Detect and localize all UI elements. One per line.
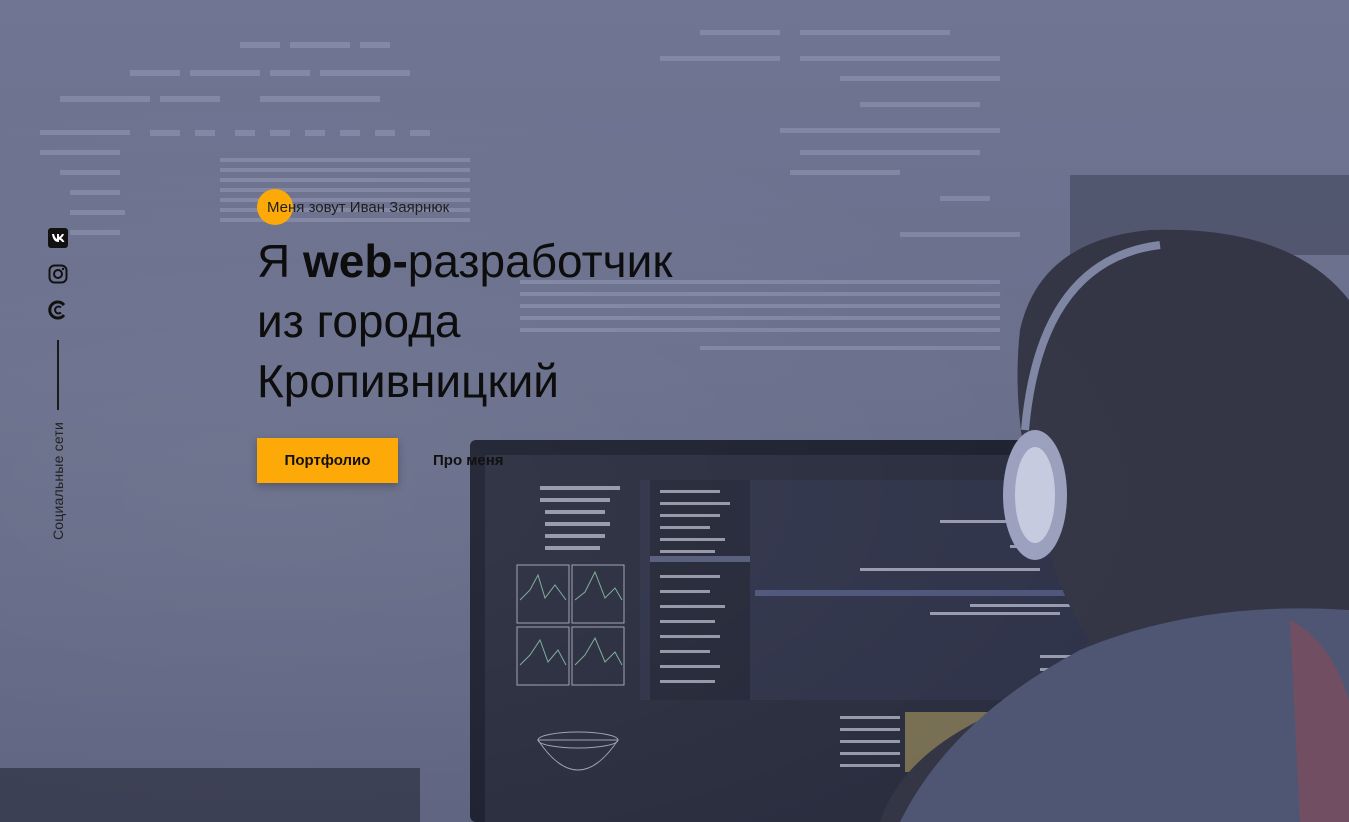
headline-line-2: из города [257,295,461,347]
portfolio-button[interactable]: Портфолио [257,438,398,483]
intro: Меня зовут Иван Заярнюк [257,189,817,225]
social-divider [57,340,59,410]
headline-line-1: Я web-разработчик [257,231,817,291]
headline-prefix: Я [257,235,303,287]
hero-content: Меня зовут Иван Заярнюк Я web-разработчи… [257,189,817,483]
vk-icon[interactable] [47,227,69,249]
headline-line-3: Кропивницкий [257,355,559,407]
intro-text: Меня зовут Иван Заярнюк [267,198,450,216]
page-title: Я web-разработчик из города Кропивницкий [257,231,817,411]
social-sidebar: Социальные сети [40,220,76,540]
hero-section: Социальные сети Меня зовут Иван Заярнюк … [0,0,1349,822]
instagram-icon[interactable] [47,263,69,285]
about-me-link[interactable]: Про меня [433,452,504,469]
social-label: Социальные сети [50,422,66,541]
headline-highlight: web- [303,235,408,287]
headline-line-1-rest: разработчик [407,235,673,287]
hero-actions: Портфолио Про меня [257,438,817,483]
codepen-icon[interactable] [47,299,69,321]
